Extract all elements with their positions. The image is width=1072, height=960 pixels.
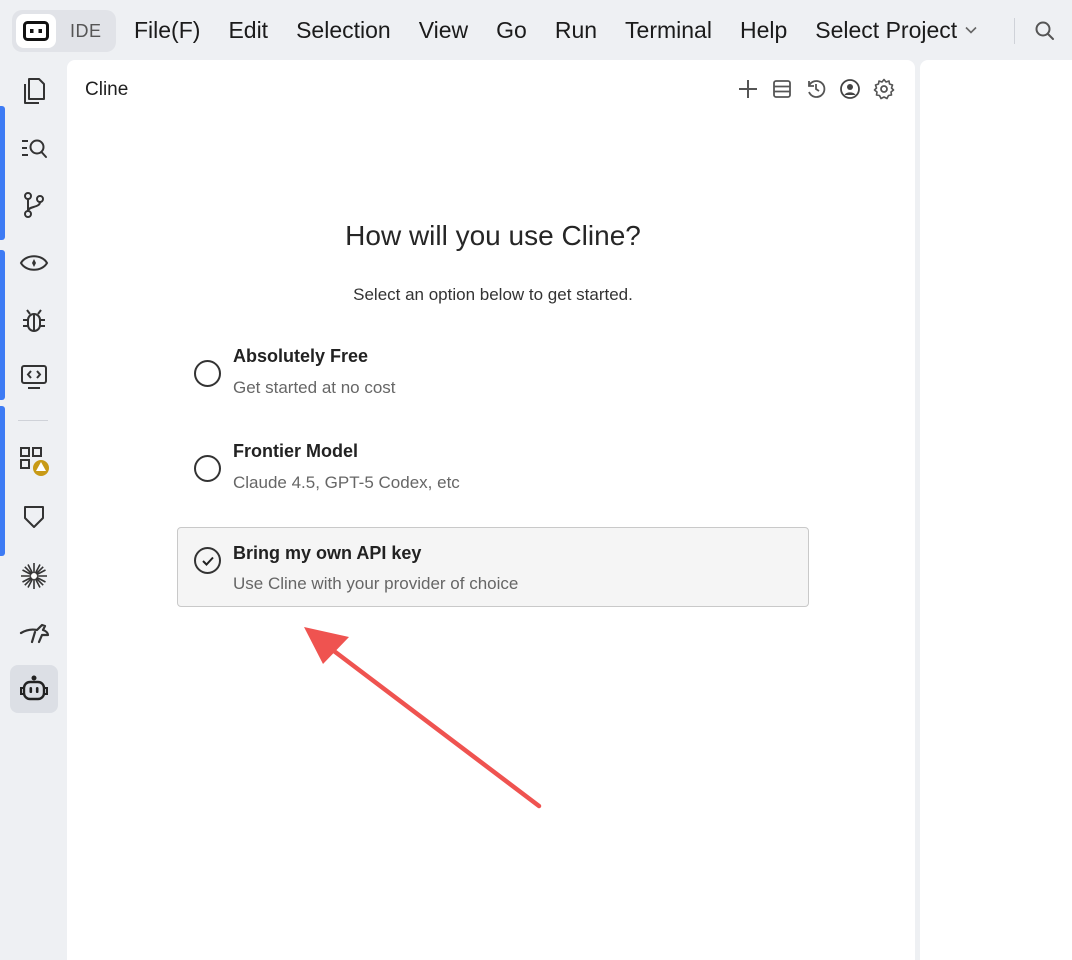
kangaroo-icon[interactable] [14, 612, 54, 652]
select-project-dropdown[interactable]: Select Project [815, 17, 977, 44]
editor-area [920, 60, 1072, 960]
menu-items: File(F) Edit Selection View Go Run Termi… [134, 0, 977, 60]
welcome-subheading: Select an option below to get started. [353, 285, 633, 304]
preview-icon[interactable] [14, 243, 54, 283]
menu-help[interactable]: Help [740, 17, 787, 44]
option-title: Absolutely Free [233, 346, 369, 366]
option-description: Get started at no cost [233, 378, 396, 397]
menu-divider [1014, 18, 1015, 44]
cline-panel: Cline How will you use Cline? Select an … [67, 60, 915, 960]
menu-selection[interactable]: Selection [296, 17, 391, 44]
option-description: Claude 4.5, GPT-5 Codex, etc [233, 473, 460, 492]
asterisk-icon[interactable] [14, 556, 54, 596]
source-control-icon[interactable] [14, 185, 54, 225]
option-absolutely-free[interactable]: Absolutely Free Get started at no cost [177, 331, 809, 411]
ide-window: IDE File(F) Edit Selection View Go Run T… [0, 0, 1072, 960]
activity-divider [18, 420, 48, 421]
extensions-icon[interactable] [14, 441, 54, 481]
history-list-icon[interactable] [769, 76, 795, 102]
chevron-down-icon [965, 26, 977, 34]
menu-go[interactable]: Go [496, 17, 527, 44]
history-icon[interactable] [803, 76, 829, 102]
menu-terminal[interactable]: Terminal [625, 17, 712, 44]
option-description: Use Cline with your provider of choice [233, 574, 519, 593]
panel-toolbar [727, 76, 897, 102]
ide-label: IDE [70, 20, 102, 41]
option-title: Bring my own API key [233, 543, 422, 563]
select-project-label: Select Project [815, 16, 958, 43]
menu-file[interactable]: File(F) [134, 17, 200, 44]
activity-bar [0, 60, 66, 960]
activity-accent-strip [0, 406, 5, 556]
menu-view[interactable]: View [419, 17, 468, 44]
search-icon[interactable] [14, 128, 54, 168]
cline-bot-icon[interactable] [10, 665, 58, 713]
radio-checked-icon[interactable] [194, 547, 221, 574]
ide-switcher[interactable]: IDE [12, 10, 116, 52]
search-icon[interactable] [1034, 20, 1056, 42]
shield-icon[interactable] [14, 497, 54, 537]
option-bring-own-api-key[interactable]: Bring my own API key Use Cline with your… [177, 527, 809, 607]
ide-logo-icon [16, 14, 56, 48]
radio-unchecked-icon[interactable] [194, 360, 221, 387]
activity-accent-strip [0, 250, 5, 400]
radio-unchecked-icon[interactable] [194, 455, 221, 482]
remote-explorer-icon[interactable] [14, 357, 54, 397]
menu-edit[interactable]: Edit [228, 17, 268, 44]
settings-icon[interactable] [871, 76, 897, 102]
panel-title: Cline [85, 79, 129, 100]
menu-run[interactable]: Run [555, 17, 597, 44]
account-icon[interactable] [837, 76, 863, 102]
activity-accent-strip [0, 106, 5, 240]
explorer-icon[interactable] [14, 71, 54, 111]
option-frontier-model[interactable]: Frontier Model Claude 4.5, GPT-5 Codex, … [177, 426, 809, 506]
option-title: Frontier Model [233, 441, 358, 461]
menu-bar: IDE File(F) Edit Selection View Go Run T… [0, 0, 1072, 60]
welcome-heading: How will you use Cline? [345, 220, 641, 251]
debug-icon[interactable] [14, 301, 54, 341]
plus-icon[interactable] [735, 76, 761, 102]
